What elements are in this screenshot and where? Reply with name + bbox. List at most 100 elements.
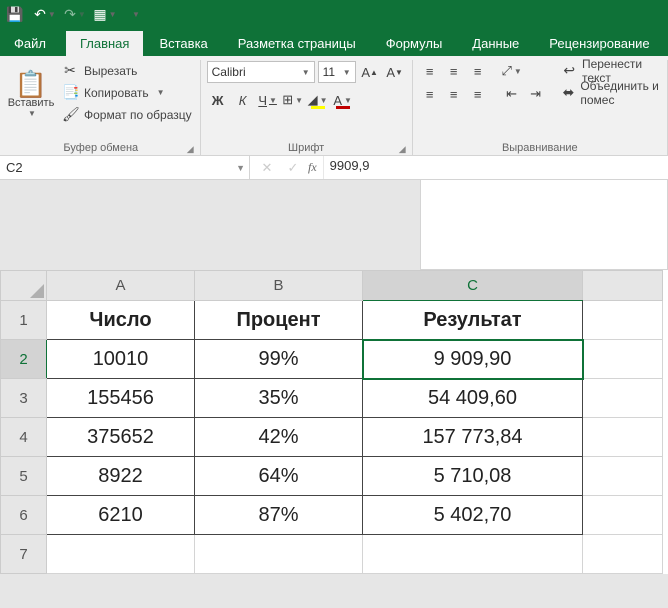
- decrease-font-icon[interactable]: A▼: [384, 61, 406, 83]
- row-header-7[interactable]: 7: [1, 535, 47, 574]
- increase-font-icon[interactable]: A▲: [359, 61, 381, 83]
- cell-C4[interactable]: 157 773,84: [363, 418, 583, 457]
- group-font: Calibri ▼ 11 ▼ A▲ A▼ Ж К Ч▼ ⊞▼ ◢▼: [201, 60, 413, 155]
- dialog-launcher-icon[interactable]: ◢: [187, 144, 194, 155]
- fill-color-button[interactable]: ◢▼: [307, 89, 329, 111]
- cell-D5[interactable]: [583, 457, 663, 496]
- qat-dropdown-icon[interactable]: ▼: [124, 3, 146, 25]
- tab-page-layout[interactable]: Разметка страницы: [224, 31, 370, 56]
- name-box-value: C2: [6, 160, 23, 175]
- formula-input[interactable]: 9909,9: [323, 156, 583, 179]
- row-header-2[interactable]: 2: [1, 340, 47, 379]
- cell-D6[interactable]: [583, 496, 663, 535]
- quick-access-toolbar: 💾 ↶▼ ↷▼ ▦▼ ▼: [0, 0, 668, 28]
- cell-A6[interactable]: 6210: [47, 496, 195, 535]
- cell-B6[interactable]: 87%: [195, 496, 363, 535]
- col-header-C[interactable]: C: [363, 271, 583, 301]
- cell-C3[interactable]: 54 409,60: [363, 379, 583, 418]
- cell-B5[interactable]: 64%: [195, 457, 363, 496]
- formula-value: 9909,9: [330, 158, 370, 173]
- qat-custom-icon[interactable]: ▦▼: [94, 3, 116, 25]
- dialog-launcher-icon[interactable]: ◢: [399, 144, 406, 155]
- group-title-alignment: Выравнивание: [419, 141, 661, 155]
- formula-bar: C2 ▼ ✕ ✓ fx 9909,9: [0, 156, 668, 180]
- merge-button[interactable]: ⬌ Объединить и помес: [561, 82, 661, 103]
- tab-data[interactable]: Данные: [458, 31, 533, 56]
- scissors-icon: ✂: [62, 62, 78, 79]
- cut-button[interactable]: ✂ Вырезать: [60, 60, 194, 81]
- group-clipboard: 📋 Вставить ▼ ✂ Вырезать 📑 Копировать ▼ 🖌…: [2, 60, 201, 155]
- cell-A1[interactable]: Число: [47, 301, 195, 340]
- cell-D7[interactable]: [583, 535, 663, 574]
- decrease-indent-icon[interactable]: ⇤: [501, 83, 523, 105]
- row-header-4[interactable]: 4: [1, 418, 47, 457]
- cell-A2[interactable]: 10010: [47, 340, 195, 379]
- cell-C6[interactable]: 5 402,70: [363, 496, 583, 535]
- align-top-icon[interactable]: ≡: [419, 60, 441, 82]
- col-header-A[interactable]: A: [47, 271, 195, 301]
- align-center-icon[interactable]: ≡: [443, 83, 465, 105]
- cell-B7[interactable]: [195, 535, 363, 574]
- redo-icon[interactable]: ↷▼: [64, 3, 86, 25]
- align-left-icon[interactable]: ≡: [419, 83, 441, 105]
- cell-B1[interactable]: Процент: [195, 301, 363, 340]
- tab-home[interactable]: Главная: [66, 31, 143, 56]
- paste-button[interactable]: 📋 Вставить ▼: [8, 60, 54, 128]
- cell-B2[interactable]: 99%: [195, 340, 363, 379]
- cell-D3[interactable]: [583, 379, 663, 418]
- cell-A7[interactable]: [47, 535, 195, 574]
- align-bottom-icon[interactable]: ≡: [467, 60, 489, 82]
- font-color-button[interactable]: A▼: [332, 89, 354, 111]
- format-painter-button[interactable]: 🖌 Формат по образцу: [60, 104, 194, 125]
- align-right-icon[interactable]: ≡: [467, 83, 489, 105]
- cell-A3[interactable]: 155456: [47, 379, 195, 418]
- copy-icon: 📑: [62, 84, 78, 101]
- save-icon[interactable]: 💾: [4, 3, 26, 25]
- ribbon: 📋 Вставить ▼ ✂ Вырезать 📑 Копировать ▼ 🖌…: [0, 56, 668, 156]
- bold-button[interactable]: Ж: [207, 89, 229, 111]
- cell-C1[interactable]: Результат: [363, 301, 583, 340]
- chevron-down-icon: ▼: [302, 68, 310, 77]
- group-alignment: ≡ ≡ ≡ ⤢▼ ≡ ≡ ≡ ⇤ ⇥ ↩ Перенес: [413, 60, 668, 155]
- cell-D4[interactable]: [583, 418, 663, 457]
- align-middle-icon[interactable]: ≡: [443, 60, 465, 82]
- copy-button[interactable]: 📑 Копировать ▼: [60, 82, 194, 103]
- tab-insert[interactable]: Вставка: [145, 31, 221, 56]
- underline-button[interactable]: Ч▼: [257, 89, 279, 111]
- row-header-6[interactable]: 6: [1, 496, 47, 535]
- confirm-icon[interactable]: ✓: [282, 157, 304, 179]
- row-header-5[interactable]: 5: [1, 457, 47, 496]
- merge-icon: ⬌: [563, 84, 575, 101]
- font-name-combo[interactable]: Calibri ▼: [207, 61, 315, 83]
- chevron-down-icon: ▼: [28, 109, 36, 118]
- undo-icon[interactable]: ↶▼: [34, 3, 56, 25]
- increase-indent-icon[interactable]: ⇥: [525, 83, 547, 105]
- cell-C7[interactable]: [363, 535, 583, 574]
- cell-A4[interactable]: 375652: [47, 418, 195, 457]
- col-header-D[interactable]: [583, 271, 663, 301]
- cell-C2[interactable]: 9 909,90: [363, 340, 583, 379]
- name-box[interactable]: C2 ▼: [0, 156, 250, 179]
- cell-D2[interactable]: [583, 340, 663, 379]
- tab-review[interactable]: Рецензирование: [535, 31, 663, 56]
- orientation-button[interactable]: ⤢▼: [501, 60, 523, 82]
- row-header-3[interactable]: 3: [1, 379, 47, 418]
- borders-button[interactable]: ⊞▼: [282, 89, 304, 111]
- row-header-1[interactable]: 1: [1, 301, 47, 340]
- tab-file[interactable]: Файл: [4, 31, 64, 56]
- italic-button[interactable]: К: [232, 89, 254, 111]
- cell-A5[interactable]: 8922: [47, 457, 195, 496]
- font-size-combo[interactable]: 11 ▼: [318, 61, 356, 83]
- cell-B3[interactable]: 35%: [195, 379, 363, 418]
- worksheet-grid[interactable]: ABC 1ЧислоПроцентРезультат 21001099%9 909…: [0, 270, 668, 574]
- tab-formulas[interactable]: Формулы: [372, 31, 457, 56]
- cancel-icon[interactable]: ✕: [256, 157, 278, 179]
- cell-B4[interactable]: 42%: [195, 418, 363, 457]
- group-title-clipboard: Буфер обмена ◢: [8, 141, 194, 155]
- cell-D1[interactable]: [583, 301, 663, 340]
- paste-label: Вставить: [8, 97, 55, 109]
- fx-icon[interactable]: fx: [308, 160, 317, 175]
- cell-C5[interactable]: 5 710,08: [363, 457, 583, 496]
- select-all-corner[interactable]: [1, 271, 47, 301]
- col-header-B[interactable]: B: [195, 271, 363, 301]
